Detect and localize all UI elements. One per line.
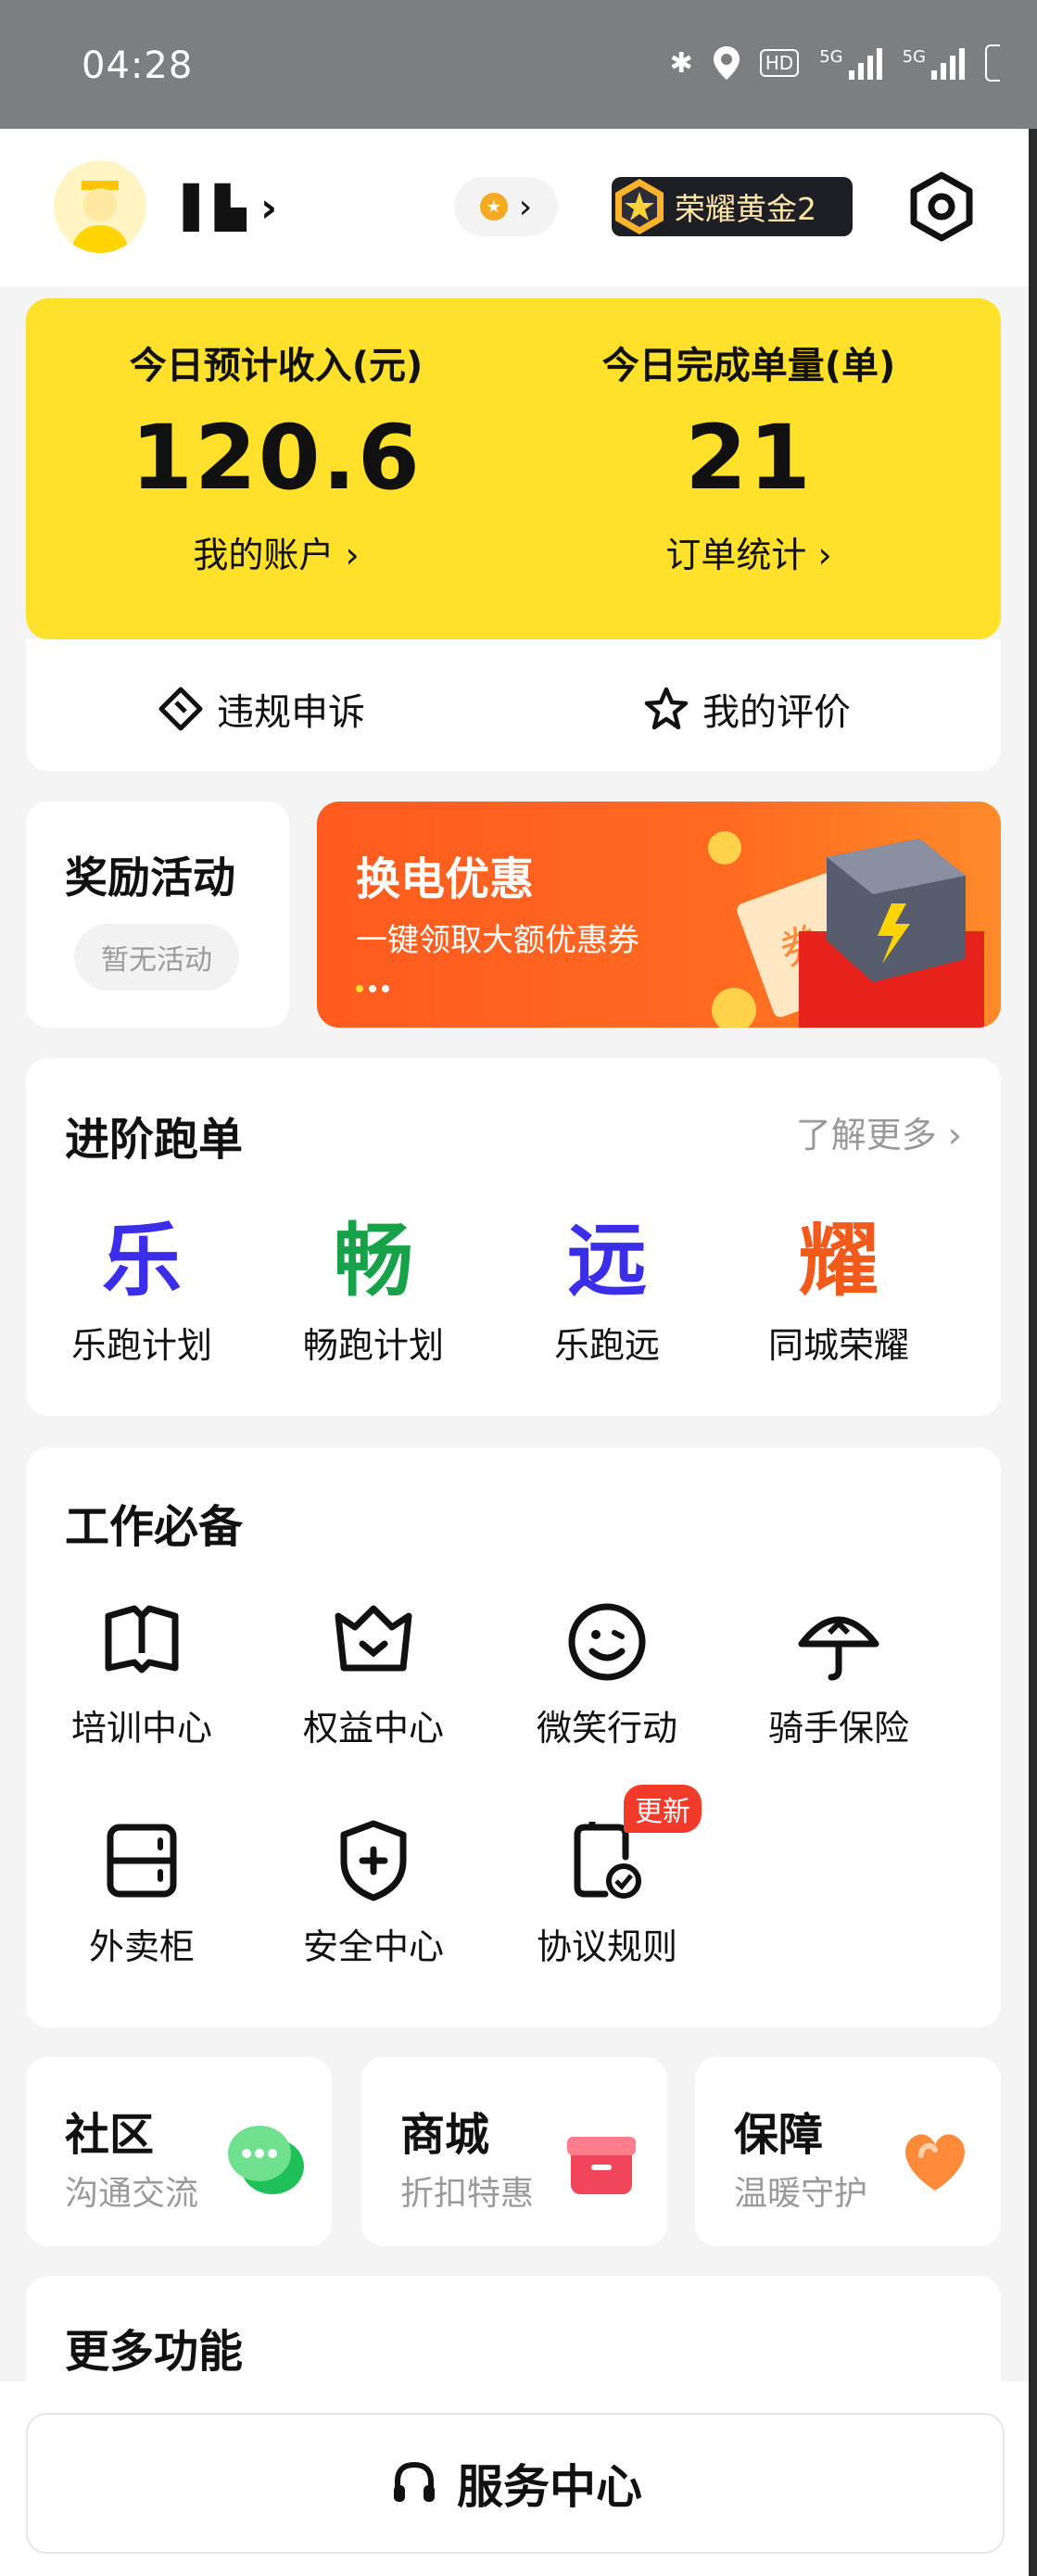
learn-more-link[interactable]: 了解更多 › (796, 1106, 962, 1157)
rongyao-label: 同城荣耀 (767, 1325, 909, 1366)
heart-icon (905, 2134, 965, 2191)
rank-title: 荣耀黄金2 (675, 191, 816, 227)
reward-title: 奖励活动 (65, 852, 235, 903)
more-features-title: 更多功能 (65, 2326, 244, 2378)
essentials-section: 工作必备 培训中心 权益中心 微笑行动 骑手保险 外卖柜 安全中心 协议规则 更… (26, 1447, 1001, 2027)
essentials-item-smile[interactable]: 微笑行动 (491, 1596, 723, 1750)
essentials-item-insurance[interactable]: 骑手保险 (723, 1596, 955, 1750)
hd-badge: HD (759, 49, 800, 77)
essentials-item-benefits[interactable]: 权益中心 (258, 1596, 489, 1750)
book-icon (105, 1605, 179, 1673)
orders-value: 21 (685, 406, 813, 510)
orders-stat[interactable]: 今日完成单量(单) 21 订单统计 › (517, 335, 980, 577)
locker-icon (107, 1824, 177, 1898)
orders-link[interactable]: 订单统计 › (517, 526, 980, 577)
bluetooth-icon: ✱ (669, 46, 693, 80)
mall-card[interactable]: 商城 折扣特惠 (361, 2057, 667, 2246)
service-center-button[interactable]: 服务中心 (26, 2413, 1005, 2554)
status-time: 04:28 (82, 44, 194, 87)
header: ▌▙ › ★ › 荣耀黄金2 (0, 129, 1037, 286)
signal-icon-2: 5G (903, 46, 965, 80)
coin-icon: ★ (479, 193, 508, 221)
location-icon (713, 46, 740, 80)
lepaoyuan-char: 远 (567, 1215, 647, 1307)
community-card[interactable]: 社区 沟通交流 (26, 2057, 332, 2246)
banner-title: 换电优惠 (356, 853, 535, 905)
avatar[interactable] (54, 160, 146, 253)
advanced-section: 进阶跑单 了解更多 › 乐 乐跑计划 畅 畅跑计划 远 乐跑远 耀 同城荣耀 (26, 1058, 1001, 1416)
advanced-item-lepaoyuan[interactable]: 远 乐跑远 (491, 1195, 723, 1368)
new-badge: 更新 (624, 1785, 702, 1833)
essentials-title: 工作必备 (65, 1501, 244, 1553)
advanced-item-rongyao[interactable]: 耀 同城荣耀 (723, 1195, 955, 1368)
chat-icon (228, 2126, 304, 2194)
income-value: 120.6 (131, 406, 422, 510)
settings-icon[interactable] (906, 171, 977, 242)
review-button[interactable]: 我的评价 (643, 682, 851, 736)
smile-icon (568, 1603, 646, 1681)
coupon-box-illustration: 券 (708, 831, 984, 1028)
rank-badge[interactable]: 荣耀黄金2 (612, 177, 853, 236)
reward-card[interactable]: 奖励活动 暂无活动 (26, 802, 289, 1028)
status-icons: ✱ HD 5G 5G (670, 44, 1000, 82)
essentials-item-locker[interactable]: 外卖柜 (26, 1814, 258, 1969)
chevron-right-icon: › (260, 184, 278, 232)
quick-actions: 违规申诉 我的评价 (26, 639, 1001, 771)
protection-card[interactable]: 保障 温暖守护 (695, 2057, 1001, 2246)
income-card: 今日预计收入(元) 120.6 我的账户 › 今日完成单量(单) 21 订单统计… (26, 298, 1001, 639)
reward-chip: 暂无活动 (74, 924, 239, 991)
advanced-title: 进阶跑单 (65, 1114, 244, 1166)
battery-swap-banner[interactable]: 换电优惠 一键领取大额优惠券 券 (317, 802, 1001, 1028)
points-pill[interactable]: ★ › (454, 177, 558, 236)
umbrella-icon (798, 1616, 879, 1681)
orders-label: 今日完成单量(单) (601, 345, 896, 387)
battery-icon (985, 44, 1000, 82)
chevron-right-icon: › (518, 187, 533, 226)
changpao-label: 畅跑计划 (302, 1325, 444, 1366)
lepao-char: 乐 (102, 1215, 182, 1307)
income-label: 今日预计收入(元) (129, 345, 424, 387)
star-icon (644, 687, 689, 730)
screen-edge (1029, 129, 1037, 2576)
essentials-item-training[interactable]: 培训中心 (26, 1596, 258, 1750)
username[interactable]: ▌▙ › (183, 184, 277, 232)
banner-pager (356, 985, 389, 992)
shield-icon (340, 1820, 407, 1901)
appeal-icon (158, 687, 203, 731)
advanced-item-lepao[interactable]: 乐 乐跑计划 (26, 1195, 258, 1368)
gift-icon (567, 2137, 636, 2194)
essentials-item-agreement[interactable]: 协议规则 (491, 1814, 723, 1969)
star-badge-icon (615, 179, 664, 234)
account-link[interactable]: 我的账户 › (44, 526, 508, 577)
bottom-bar: 服务中心 (0, 2381, 1037, 2576)
lepaoyuan-label: 乐跑远 (553, 1325, 660, 1366)
crown-icon (335, 1605, 412, 1672)
advanced-item-changpao[interactable]: 畅 畅跑计划 (258, 1195, 489, 1368)
signal-icon-1: 5G (819, 46, 882, 80)
income-stat[interactable]: 今日预计收入(元) 120.6 我的账户 › (44, 335, 508, 577)
rongyao-char: 耀 (799, 1215, 879, 1307)
headset-icon (394, 2461, 435, 2502)
appeal-button[interactable]: 违规申诉 (158, 682, 365, 736)
status-bar: 04:28 ✱ HD 5G 5G (0, 0, 1037, 129)
lepao-label: 乐跑计划 (70, 1325, 212, 1366)
essentials-item-safety[interactable]: 安全中心 (258, 1814, 489, 1969)
changpao-char: 畅 (334, 1215, 413, 1307)
banner-subtitle: 一键领取大额优惠券 (356, 922, 639, 959)
